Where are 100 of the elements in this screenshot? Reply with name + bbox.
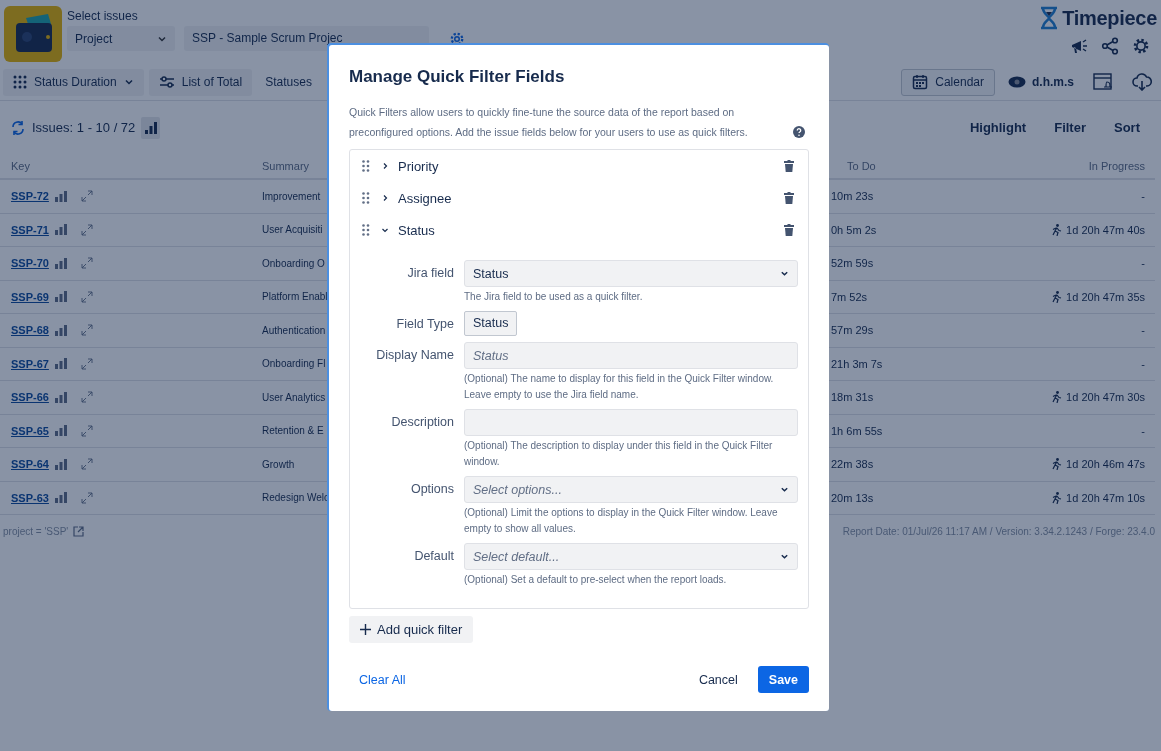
drag-handle-icon[interactable] <box>362 160 370 172</box>
issue-key-link[interactable]: SSP-69 <box>11 290 49 303</box>
filter-field-name[interactable]: Priority <box>398 158 439 174</box>
priority-bars-icon <box>54 324 67 336</box>
trash-icon[interactable] <box>784 224 794 236</box>
summary-cell: Retention & E <box>262 425 324 437</box>
expand-icon[interactable] <box>80 391 93 404</box>
chevron-down-icon <box>780 552 789 561</box>
grid-icon <box>13 75 27 89</box>
report-info: Report Date: 01/Jul/26 11:17 AM / Version: 3.34.2.1243 / Forge: 23.4.0 <box>842 526 1155 537</box>
issue-key-link[interactable]: SSP-67 <box>11 357 49 370</box>
duration-cell: 1h 6m 55s <box>831 424 883 437</box>
statuses-button[interactable]: Statuses <box>257 75 320 89</box>
wallet-logo-icon <box>4 6 62 62</box>
settings-icon[interactable] <box>1132 37 1150 55</box>
expand-icon[interactable] <box>80 357 93 370</box>
help-text: (Optional) Set a default to pre-select when the report loads. <box>464 573 727 587</box>
priority-bars-icon <box>54 190 67 202</box>
drag-handle-icon[interactable] <box>362 192 370 204</box>
duration-cell: 1d 20h 47m 30s <box>1066 391 1145 404</box>
duration-cell: 1d 20h 46m 47s <box>1066 458 1145 471</box>
summary-cell: Growth <box>262 458 295 470</box>
calendar-bell-icon[interactable] <box>1093 73 1115 91</box>
summary-cell: Improvement <box>262 190 321 202</box>
calendar-button[interactable]: Calendar <box>901 68 995 96</box>
filter-field-name[interactable]: Status <box>398 222 435 238</box>
setting-label: Jira field <box>406 265 454 282</box>
issue-key-link[interactable]: SSP-66 <box>11 391 49 404</box>
priority-bars-icon <box>54 425 67 437</box>
duration-cell: - <box>1141 324 1145 337</box>
sliders-icon <box>158 75 175 89</box>
duration-cell: 20m 13s <box>831 491 874 504</box>
issue-key-link[interactable]: SSP-71 <box>11 223 49 236</box>
chevron-down-icon[interactable] <box>381 226 389 234</box>
priority-bars-icon <box>54 257 67 269</box>
issue-key-link[interactable]: SSP-63 <box>11 491 49 504</box>
chevron-down-icon <box>780 269 789 278</box>
priority-bars-icon <box>54 358 67 370</box>
save-button[interactable]: Save <box>757 666 809 693</box>
summary-cell: User Analytics <box>262 391 326 403</box>
expand-icon[interactable] <box>80 190 93 203</box>
select-dropdown[interactable]: Status <box>464 260 798 287</box>
duration-cell: 52m 59s <box>831 257 874 270</box>
issue-key-link[interactable]: SSP-72 <box>11 190 49 203</box>
issue-source-dropdown[interactable]: Project <box>67 26 175 51</box>
expand-icon[interactable] <box>80 223 93 236</box>
dialog-description: Quick Filters allow users to quickly fine-tune the source data of the report based on preconfigured options. Add the issue fields below for your users to use as quick filters. <box>349 105 749 140</box>
refresh-icon[interactable] <box>10 119 26 136</box>
issue-key-link[interactable]: SSP-70 <box>11 257 49 270</box>
clear-all-button[interactable]: Clear All <box>349 672 416 687</box>
setting-label: Default <box>413 548 454 565</box>
summary-cell: User Acquisiti <box>262 224 323 236</box>
help-icon[interactable] <box>793 126 805 138</box>
external-link-icon[interactable] <box>73 526 85 537</box>
list-of-total-button[interactable]: List of Total <box>148 68 253 96</box>
setting-label: Options <box>409 481 454 498</box>
time-format-toggle[interactable]: d.h.m.s <box>1000 75 1082 89</box>
issue-key-link[interactable]: SSP-65 <box>11 424 49 437</box>
text-input-field[interactable] <box>464 409 798 436</box>
priority-bars-icon <box>54 291 67 303</box>
select-dropdown[interactable]: Select options... <box>464 476 798 503</box>
toolbar-action-button[interactable]: Filter <box>1043 120 1097 135</box>
duration-cell: 1d 20h 47m 10s <box>1066 491 1145 504</box>
select-dropdown[interactable]: Select default... <box>464 543 798 570</box>
trash-icon[interactable] <box>784 160 794 172</box>
expand-icon[interactable] <box>80 324 93 337</box>
filter-field-name[interactable]: Assignee <box>398 190 452 206</box>
toolbar-action-button[interactable]: Sort <box>1103 120 1151 135</box>
brand-name: Timepiece <box>1062 6 1157 30</box>
expand-icon[interactable] <box>80 290 93 303</box>
trash-icon[interactable] <box>784 192 794 204</box>
drag-handle-icon[interactable] <box>362 224 370 236</box>
duration-cell: 18m 31s <box>831 391 874 404</box>
expand-icon[interactable] <box>80 491 93 504</box>
megaphone-icon[interactable] <box>1070 37 1088 55</box>
issue-key-link[interactable]: SSP-64 <box>11 458 49 471</box>
cloud-download-icon[interactable] <box>1132 73 1152 91</box>
priority-bars-icon <box>54 458 67 470</box>
toolbar-action-button[interactable]: Highlight <box>958 120 1038 135</box>
dialog-title: Manage Quick Filter Fields <box>349 67 566 87</box>
cancel-button[interactable]: Cancel <box>688 672 748 687</box>
duration-cell: - <box>1141 257 1145 270</box>
bar-chart-icon <box>144 121 157 134</box>
chevron-down-icon <box>123 77 134 87</box>
column-header: In Progress <box>1087 160 1146 172</box>
expand-icon[interactable] <box>80 424 93 437</box>
add-quick-filter-button[interactable]: Add quick filter <box>349 616 474 643</box>
duration-cell: 1d 20h 47m 40s <box>1066 223 1145 236</box>
text-input-field[interactable]: Status <box>464 342 798 369</box>
expand-icon[interactable] <box>80 257 93 270</box>
duration-cell: 22m 38s <box>831 458 874 471</box>
report-type-dropdown[interactable]: Status Duration <box>3 68 144 96</box>
calendar-icon <box>912 74 929 90</box>
chart-button[interactable] <box>141 116 161 139</box>
chevron-right-icon[interactable] <box>381 162 389 170</box>
expand-icon[interactable] <box>80 458 93 471</box>
share-icon[interactable] <box>1101 37 1119 55</box>
issue-key-link[interactable]: SSP-68 <box>11 324 49 337</box>
column-header: Key <box>10 160 31 172</box>
chevron-right-icon[interactable] <box>381 194 389 202</box>
